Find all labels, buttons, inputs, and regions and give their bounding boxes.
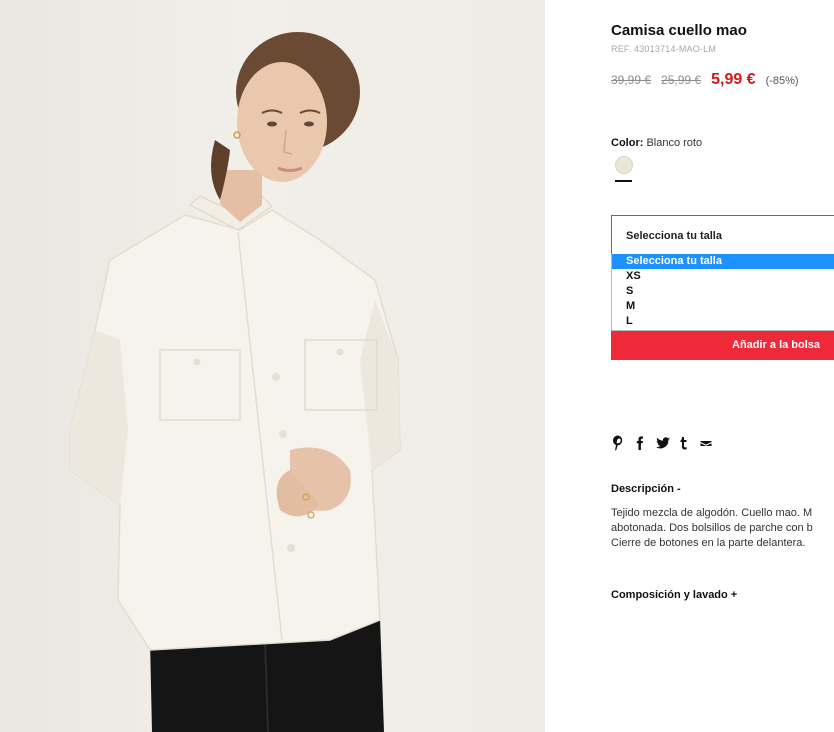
model-illustration (69, 32, 401, 732)
size-option-s[interactable]: S (612, 284, 834, 299)
product-image[interactable] (0, 0, 545, 732)
color-label: Color: Blanco roto (611, 137, 702, 149)
sale-price: 5,99 € (711, 71, 756, 88)
size-option-selecciona-tu-talla[interactable]: Selecciona tu talla (612, 254, 834, 269)
selected-swatch-indicator (615, 180, 632, 182)
description-line: Cierre de botones en la parte delantera. (611, 537, 806, 549)
add-to-bag-button[interactable]: Añadir a la bolsa (611, 331, 834, 360)
size-option-xs[interactable]: XS (612, 269, 834, 284)
previous-price: 25,99 € (661, 73, 702, 87)
color-value: Blanco roto (646, 137, 703, 149)
size-select[interactable]: Selecciona tu talla (611, 215, 834, 255)
original-price: 39,99 € (611, 73, 652, 87)
twitter-icon[interactable] (655, 434, 677, 452)
size-dropdown-list: Selecciona tu talla XS S M L (611, 254, 834, 331)
size-option-m[interactable]: M (612, 299, 834, 314)
composition-heading[interactable]: Composición y lavado + (611, 589, 737, 601)
product-details-panel: Camisa cuello mao REF. 43013714-MAO-LM 3… (611, 0, 834, 732)
product-title: Camisa cuello mao (611, 22, 747, 39)
description-line: Tejido mezcla de algodón. Cuello mao. M (611, 507, 813, 519)
tumblr-icon[interactable] (677, 434, 699, 452)
share-icons (611, 434, 721, 452)
size-option-l[interactable]: L (612, 314, 834, 329)
size-select-value: Selecciona tu talla (626, 230, 722, 242)
facebook-icon[interactable] (633, 434, 655, 452)
color-swatch-blanco-roto[interactable] (615, 156, 633, 174)
price-block: 39,99 € 25,99 € 5,99 € (-85%) (611, 71, 799, 89)
discount-percent: (-85%) (765, 75, 799, 87)
pinterest-icon[interactable] (611, 434, 633, 452)
description-heading[interactable]: Descripción - (611, 483, 681, 495)
email-icon[interactable] (699, 434, 721, 452)
color-label-title: Color: (611, 137, 644, 149)
product-reference: REF. 43013714-MAO-LM (611, 44, 717, 54)
description-line: abotonada. Dos bolsillos de parche con b (611, 522, 813, 534)
description-text: Tejido mezcla de algodón. Cuello mao. M a… (611, 506, 834, 551)
